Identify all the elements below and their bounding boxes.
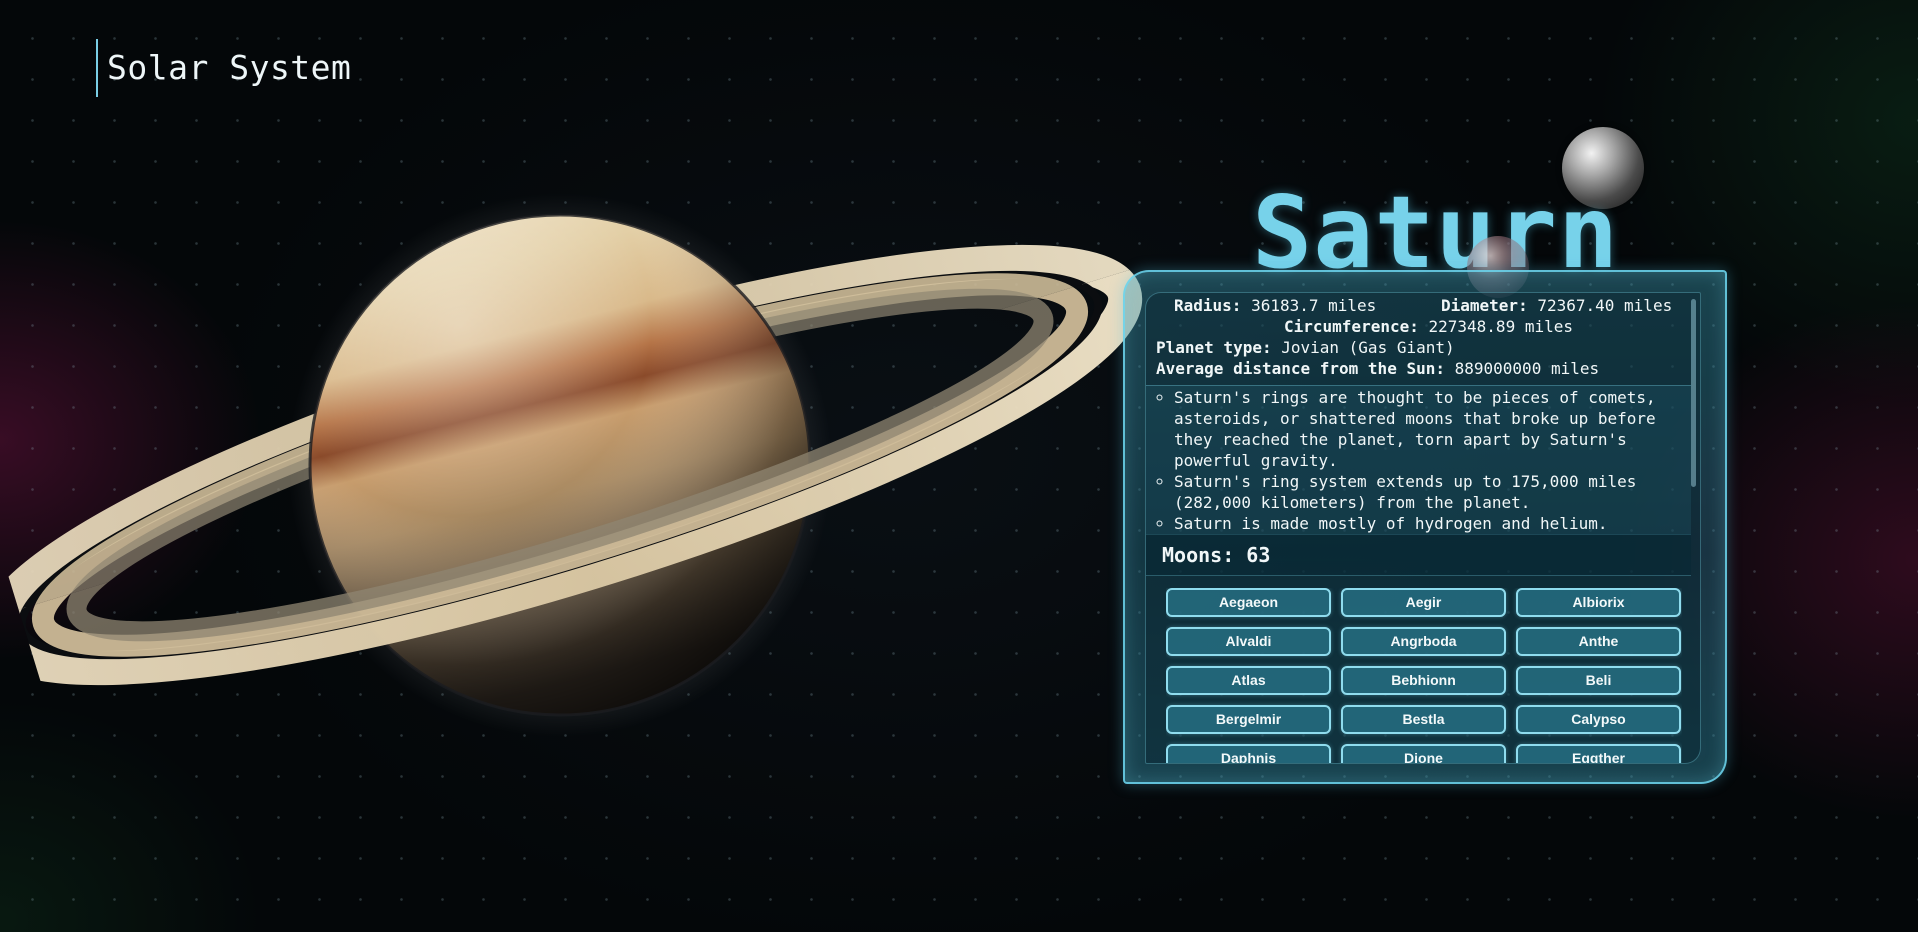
diameter-label: Diameter:	[1441, 296, 1528, 315]
moon-button-bebhionn[interactable]: Bebhionn	[1341, 666, 1506, 695]
planet-info-scroll-area[interactable]: Radius: 36183.7 miles Diameter: 72367.40…	[1145, 292, 1701, 764]
distance-label: Average distance from the Sun:	[1156, 359, 1445, 378]
moons-grid: Aegaeon Aegir Albiorix Alvaldi Angrboda …	[1166, 588, 1682, 763]
moon-button-angrboda[interactable]: Angrboda	[1341, 627, 1506, 656]
solar-system-scene: Solar System Saturn Radius: 36183.7 mile…	[0, 0, 1918, 932]
planet-type-label: Planet type:	[1156, 338, 1272, 357]
fact-item: Saturn is made mostly of hydrogen and he…	[1174, 513, 1691, 534]
moon-button-anthe[interactable]: Anthe	[1516, 627, 1681, 656]
moon-button-daphnis[interactable]: Daphnis	[1166, 744, 1331, 763]
moon-button-calypso[interactable]: Calypso	[1516, 705, 1681, 734]
moon-button-atlas[interactable]: Atlas	[1166, 666, 1331, 695]
fact-item: Saturn's ring system extends up to 175,0…	[1174, 471, 1691, 513]
diameter-stat: Diameter: 72367.40 miles	[1441, 295, 1672, 316]
circumference-stat: Circumference: 227348.89 miles	[1284, 316, 1573, 337]
circumference-label: Circumference:	[1284, 317, 1419, 336]
planet-info-panel: Radius: 36183.7 miles Diameter: 72367.40…	[1123, 270, 1727, 784]
distance-stat: Average distance from the Sun: 889000000…	[1156, 358, 1599, 379]
moon-button-bestla[interactable]: Bestla	[1341, 705, 1506, 734]
planet-facts: Saturn's rings are thought to be pieces …	[1146, 385, 1691, 535]
diameter-value: 72367.40 miles	[1537, 296, 1673, 315]
facts-list: Saturn's rings are thought to be pieces …	[1146, 386, 1691, 534]
distance-value: 889000000 miles	[1454, 359, 1600, 378]
circumference-value: 227348.89 miles	[1428, 317, 1574, 336]
moon-button-eggther[interactable]: Eggther	[1516, 744, 1681, 763]
moon-button-albiorix[interactable]: Albiorix	[1516, 588, 1681, 617]
moon-button-bergelmir[interactable]: Bergelmir	[1166, 705, 1331, 734]
moon-button-beli[interactable]: Beli	[1516, 666, 1681, 695]
planet-type-value: Jovian (Gas Giant)	[1281, 338, 1455, 357]
moon-button-aegaeon[interactable]: Aegaeon	[1166, 588, 1331, 617]
radius-stat: Radius: 36183.7 miles	[1174, 295, 1376, 316]
moon-button-alvaldi[interactable]: Alvaldi	[1166, 627, 1331, 656]
moon-button-dione[interactable]: Dione	[1341, 744, 1506, 763]
radius-value: 36183.7 miles	[1251, 296, 1377, 315]
moons-header: Moons: 63	[1146, 534, 1691, 576]
fact-item: Saturn's rings are thought to be pieces …	[1174, 387, 1691, 471]
radius-label: Radius:	[1174, 296, 1242, 315]
scrollbar-thumb[interactable]	[1691, 299, 1696, 487]
moon-button-aegir[interactable]: Aegir	[1341, 588, 1506, 617]
planet-type-stat: Planet type: Jovian (Gas Giant)	[1156, 337, 1455, 358]
app-title: Solar System	[96, 39, 351, 97]
